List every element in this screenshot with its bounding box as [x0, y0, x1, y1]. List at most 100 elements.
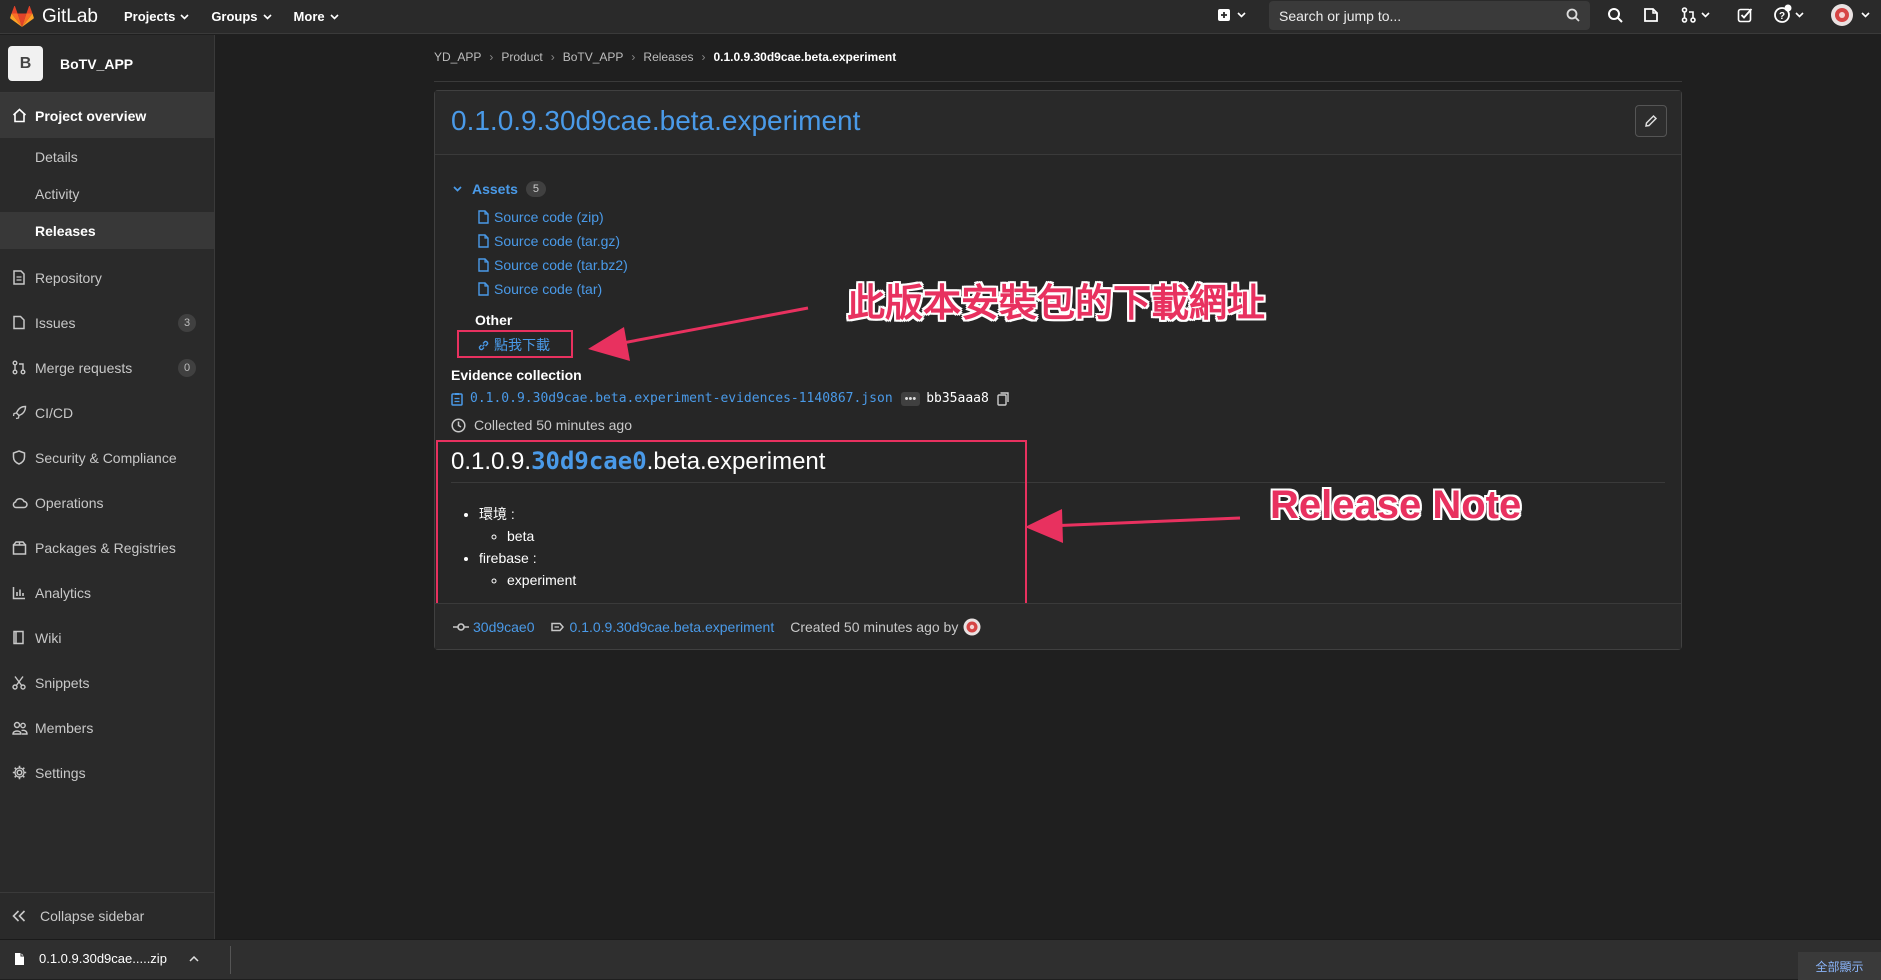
sidebar-subitem-releases[interactable]: Releases — [0, 212, 214, 249]
book-icon — [12, 630, 27, 645]
sidebar-item-wiki[interactable]: Wiki — [0, 615, 214, 660]
breadcrumb-releases[interactable]: Releases — [643, 50, 693, 64]
file-icon — [14, 952, 25, 966]
new-item-plus-icon[interactable] — [1217, 7, 1247, 23]
clipboard-icon — [451, 392, 463, 406]
file-icon — [477, 282, 490, 296]
breadcrumb-separator: › — [701, 50, 706, 64]
collected-time: Collected 50 minutes ago — [451, 417, 632, 433]
home-icon — [12, 108, 27, 123]
expand-sha-button[interactable]: ••• — [900, 391, 921, 406]
users-icon — [12, 721, 28, 735]
edit-release-button[interactable] — [1635, 105, 1667, 137]
file-icon — [477, 234, 490, 248]
breadcrumb-separator: › — [631, 50, 636, 64]
collapse-sidebar-button[interactable]: Collapse sidebar — [0, 892, 214, 939]
merge-request-icon[interactable] — [1681, 7, 1711, 23]
sidebar-item-repository[interactable]: Repository — [0, 255, 214, 300]
other-assets-label: Other — [475, 312, 513, 328]
source-tar-link[interactable]: Source code (tar) — [477, 281, 602, 297]
evidence-sha: bb35aaa8 — [926, 391, 989, 406]
release-card-header: 0.1.0.9.30d9cae.beta.experiment — [435, 91, 1681, 155]
downloaded-file-item[interactable]: 0.1.0.9.30d9cae.....zip — [14, 951, 199, 966]
source-tarbz2-link[interactable]: Source code (tar.bz2) — [477, 257, 628, 273]
sidebar-item-operations[interactable]: Operations — [0, 480, 214, 525]
scissors-icon — [12, 675, 27, 690]
chevron-down-icon — [180, 13, 189, 20]
issues-count-badge: 3 — [178, 314, 196, 332]
package-icon — [12, 540, 27, 555]
sidebar-item-merge-requests[interactable]: Merge requests 0 — [0, 345, 214, 390]
brand-name: GitLab — [42, 5, 98, 27]
breadcrumb-project[interactable]: BoTV_APP — [563, 50, 624, 64]
svg-text:?: ? — [1779, 11, 1785, 22]
todo-checkbox-icon[interactable] — [1737, 7, 1753, 23]
release-title[interactable]: 0.1.0.9.30d9cae.beta.experiment — [451, 105, 860, 137]
search-icon[interactable] — [1607, 7, 1623, 23]
top-navbar: GitLab Projects Groups More Search or ju… — [0, 0, 1881, 34]
source-targz-link[interactable]: Source code (tar.gz) — [477, 233, 620, 249]
file-icon — [477, 210, 490, 224]
sidebar-item-packages-registries[interactable]: Packages & Registries — [0, 525, 214, 570]
browser-download-bar: 0.1.0.9.30d9cae.....zip 全部顯示 — [0, 939, 1881, 980]
commit-link[interactable]: 30d9cae0 — [453, 619, 535, 635]
search-input[interactable]: Search or jump to... — [1269, 1, 1590, 30]
merge-request-icon — [12, 360, 27, 375]
sidebar-item-members[interactable]: Members — [0, 705, 214, 750]
sidebar-item-security-compliance[interactable]: Security & Compliance — [0, 435, 214, 480]
nav-more-dropdown[interactable]: More — [294, 9, 339, 24]
breadcrumb-subgroup[interactable]: Product — [501, 50, 542, 64]
rocket-icon — [12, 405, 27, 420]
issues-icon — [12, 315, 27, 330]
copy-icon[interactable] — [997, 391, 1009, 406]
double-chevron-left-icon — [12, 910, 26, 922]
issues-icon[interactable] — [1643, 7, 1659, 23]
breadcrumb-current[interactable]: 0.1.0.9.30d9cae.beta.experiment — [713, 50, 896, 64]
assets-toggle[interactable]: Assets 5 — [453, 181, 547, 197]
sidebar-subitem-details[interactable]: Details — [0, 138, 214, 175]
breadcrumb: YD_APP › Product › BoTV_APP › Releases › 0.1… — [434, 50, 896, 64]
release-card-footer: 30d9cae0 0.1.0.9.30d9cae.beta.experiment… — [435, 603, 1681, 649]
project-avatar: B — [8, 46, 43, 81]
show-all-downloads-button[interactable]: 全部顯示 — [1798, 952, 1881, 980]
sidebar-item-snippets[interactable]: Snippets — [0, 660, 214, 705]
doc-icon — [12, 270, 27, 285]
sidebar-item-cicd[interactable]: CI/CD — [0, 390, 214, 435]
source-zip-link[interactable]: Source code (zip) — [477, 209, 604, 225]
commit-icon — [453, 622, 469, 632]
chart-icon — [12, 586, 27, 600]
author-avatar[interactable] — [963, 618, 981, 636]
tag-link[interactable]: 0.1.0.9.30d9cae.beta.experiment — [550, 619, 774, 635]
assets-count-badge: 5 — [525, 181, 547, 197]
divider — [230, 946, 231, 974]
download-annotation-text: 此版本安裝包的下載網址 — [847, 283, 1266, 325]
release-note-annotation-text: Release Note — [1270, 483, 1522, 527]
divider — [434, 81, 1682, 82]
evidence-json-link[interactable]: 0.1.0.9.30d9cae.beta.experiment-evidence… — [470, 391, 893, 406]
chevron-down-icon — [330, 13, 339, 20]
chevron-up-icon[interactable] — [189, 955, 199, 962]
gitlab-home-link[interactable]: GitLab — [10, 5, 120, 28]
sidebar-item-issues[interactable]: Issues 3 — [0, 300, 214, 345]
sidebar-subitem-activity[interactable]: Activity — [0, 175, 214, 212]
nav-projects-dropdown[interactable]: Projects — [124, 9, 189, 24]
breadcrumb-group[interactable]: YD_APP — [434, 50, 481, 64]
release-notes-highlight-box — [436, 440, 1027, 608]
chevron-down-icon — [453, 186, 462, 192]
help-icon[interactable]: ? — [1773, 4, 1807, 24]
breadcrumb-separator: › — [550, 50, 555, 64]
search-icon — [1566, 8, 1580, 22]
project-header[interactable]: B BoTV_APP — [0, 35, 214, 93]
project-sidebar: B BoTV_APP Project overview Details Acti… — [0, 35, 215, 939]
user-avatar[interactable] — [1830, 3, 1874, 27]
release-card: 0.1.0.9.30d9cae.beta.experiment Assets 5… — [434, 90, 1682, 650]
file-icon — [477, 258, 490, 272]
sidebar-item-project-overview[interactable]: Project overview — [0, 93, 214, 138]
sidebar-item-analytics[interactable]: Analytics — [0, 570, 214, 615]
gear-icon — [12, 765, 27, 780]
sidebar-item-settings[interactable]: Settings — [0, 750, 214, 795]
nav-groups-dropdown[interactable]: Groups — [211, 9, 272, 24]
project-name: BoTV_APP — [60, 55, 134, 72]
created-info: Created 50 minutes ago by — [790, 618, 981, 636]
pencil-icon — [1644, 114, 1658, 128]
